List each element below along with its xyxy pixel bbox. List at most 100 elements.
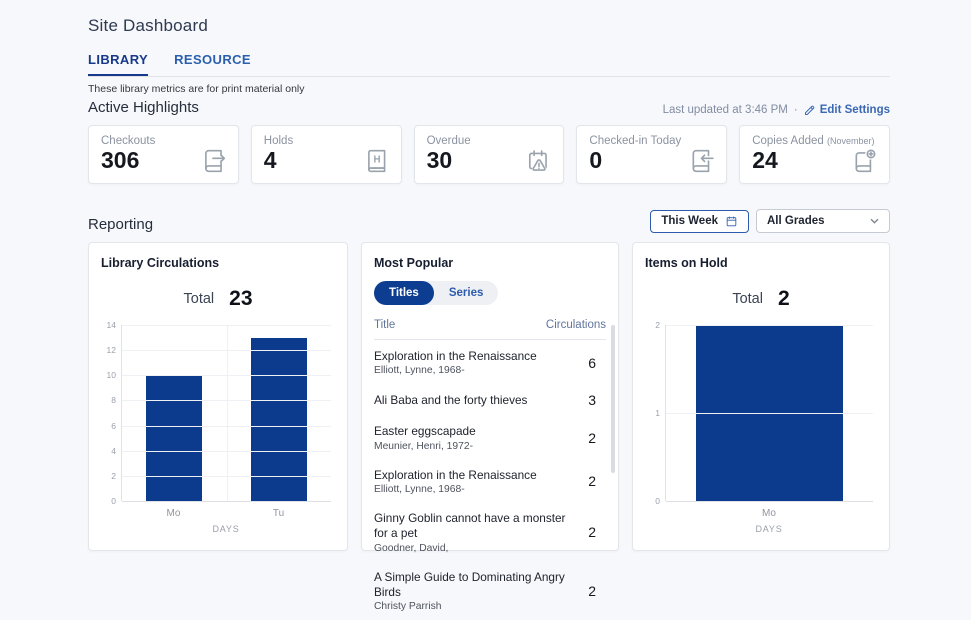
chevron-down-icon [870, 218, 879, 224]
x-axis-title: DAYS [212, 524, 240, 534]
most-popular-list: Exploration in the Renaissance Elliott, … [374, 341, 606, 620]
item-title: Exploration in the Renaissance [374, 467, 537, 482]
total-value: 2 [777, 287, 790, 310]
item-author: Meunier, Henri, 1972- [374, 440, 474, 452]
item-circulation-count: 2 [588, 473, 596, 490]
toggle-titles[interactable]: Titles [374, 281, 434, 305]
item-title: Easter eggscapade [374, 424, 476, 439]
bar-slot [227, 325, 332, 501]
card-label: Checkouts [101, 135, 156, 147]
item-title: Ginny Goblin cannot have a monster for a… [374, 510, 566, 541]
card-label: Overdue [426, 135, 471, 147]
x-tick-label: Tu [272, 508, 285, 519]
y-tick-label: 10 [106, 370, 116, 381]
card-label: Copies Added (November) [752, 135, 875, 147]
x-axis-title: DAYS [755, 524, 783, 534]
item-author: Elliott, Lynne, 1968- [374, 365, 465, 377]
card-copies-added[interactable]: Copies Added (November) 24 [739, 125, 890, 184]
bar-Mo [146, 375, 203, 501]
plot-area [665, 325, 873, 502]
tab-resource[interactable]: RESOURCE [174, 52, 251, 76]
item-author: Elliott, Lynne, 1968- [374, 483, 465, 495]
gridline [122, 501, 331, 502]
card-checkouts[interactable]: Checkouts 306 [88, 125, 239, 184]
card-label: Checked-in Today [589, 135, 682, 147]
grade-filter-select[interactable]: All Grades [756, 209, 890, 233]
gridline [666, 325, 873, 326]
calendar-alert-icon [526, 148, 552, 174]
y-tick-label: 12 [106, 345, 116, 356]
y-tick-label: 2 [655, 320, 660, 330]
items-on-hold-bar-chart: 0 1 2 Mo DAYS [645, 320, 877, 534]
last-updated-text: Last updated at 3:46 PM [662, 104, 788, 116]
toggle-series[interactable]: Series [434, 281, 499, 305]
items-on-hold-panel: Items on Hold Total 2 0 1 2 Mo DAYS [632, 242, 890, 551]
total-label: Total [183, 291, 215, 307]
book-add-icon [852, 148, 878, 174]
scrollbar-thumb[interactable] [611, 325, 615, 473]
edit-settings-link[interactable]: Edit Settings [804, 104, 890, 116]
calendar-icon [726, 216, 737, 226]
item-circulation-count: 3 [588, 392, 596, 409]
list-item[interactable]: Ali Baba and the forty thieves 3 [374, 384, 606, 416]
highlight-cards: Checkouts 306 Holds 4 H Overdue 30 Check… [88, 125, 890, 184]
book-checkout-icon [201, 148, 227, 174]
y-tick-label: 2 [111, 470, 116, 481]
dashboard-page: Site Dashboard LIBRARY RESOURCE These li… [88, 0, 890, 612]
y-tick-label: 4 [111, 445, 116, 456]
panel-title: Most Popular [374, 256, 454, 270]
item-circulation-count: 6 [588, 354, 596, 371]
card-holds[interactable]: Holds 4 H [250, 125, 402, 184]
y-tick-label: 6 [111, 420, 116, 431]
y-tick-label: 0 [655, 496, 660, 506]
list-item[interactable]: Easter eggscapade Meunier, Henri, 1972- … [374, 416, 606, 459]
table-header: Title Circulations [374, 319, 606, 340]
list-item[interactable]: Exploration in the Renaissance Elliott, … [374, 460, 606, 503]
y-tick-label: 0 [111, 496, 116, 506]
gridline-vertical [226, 325, 228, 501]
item-author: Goodner, David, [374, 542, 449, 554]
item-title: Ali Baba and the forty thieves [374, 392, 528, 407]
plot-area [121, 325, 332, 502]
x-axis-labels: Mo Tu [121, 508, 331, 519]
x-tick-label: Mo [166, 508, 181, 519]
card-checked-in-today[interactable]: Checked-in Today 0 [576, 125, 728, 184]
book-hold-icon: H [364, 148, 390, 174]
list-item[interactable]: Ginny Goblin cannot have a monster for a… [374, 503, 606, 562]
item-title: Exploration in the Renaissance [374, 349, 537, 363]
y-tick-label: 1 [655, 408, 660, 418]
y-tick-label: 8 [111, 395, 116, 406]
panel-title: Library Circulations [101, 256, 220, 270]
item-title: A Simple Guide to Dominating Angry Birds [374, 569, 565, 599]
list-item[interactable]: A Simple Guide to Dominating Angry Birds… [374, 562, 606, 620]
svg-text:H: H [373, 155, 380, 166]
week-filter-button[interactable]: This Week [650, 209, 749, 233]
gridline [666, 501, 873, 502]
item-circulation-count: 2 [588, 524, 596, 541]
library-circulations-bar-chart: 0 2 4 6 8 10 12 14 Mo Tu DAYS [101, 320, 335, 534]
reporting-heading: Reporting [88, 216, 154, 233]
y-axis: 0 1 2 [645, 320, 665, 506]
reporting-panels: Library Circulations Total 23 0 2 4 6 8 10 12 1… [88, 242, 890, 612]
total-label: Total [732, 291, 763, 307]
bar-slot [122, 325, 227, 501]
header-divider [88, 76, 890, 77]
x-tick-label: Mo [762, 508, 776, 519]
card-label: Holds [263, 135, 294, 147]
panel-title: Items on Hold [645, 256, 728, 270]
titles-series-toggle: Titles Series [374, 281, 499, 305]
column-title: Title [374, 319, 396, 331]
card-overdue[interactable]: Overdue 30 [413, 125, 565, 184]
print-material-note: These library metrics are for print mate… [88, 83, 305, 95]
column-circulations: Circulations [545, 319, 606, 331]
tab-library[interactable]: LIBRARY [88, 52, 149, 76]
y-axis: 0 2 4 6 8 10 12 14 [101, 320, 121, 506]
library-circulations-panel: Library Circulations Total 23 0 2 4 6 8 10 12 1… [88, 242, 348, 551]
pencil-icon [804, 105, 815, 115]
list-item[interactable]: Exploration in the Renaissance Elliott, … [374, 341, 606, 384]
item-circulation-count: 2 [588, 582, 596, 599]
page-title: Site Dashboard [88, 16, 208, 35]
card-sublabel: (November) [827, 136, 875, 146]
y-tick-label: 14 [106, 320, 116, 330]
meta-separator: · [793, 104, 798, 116]
